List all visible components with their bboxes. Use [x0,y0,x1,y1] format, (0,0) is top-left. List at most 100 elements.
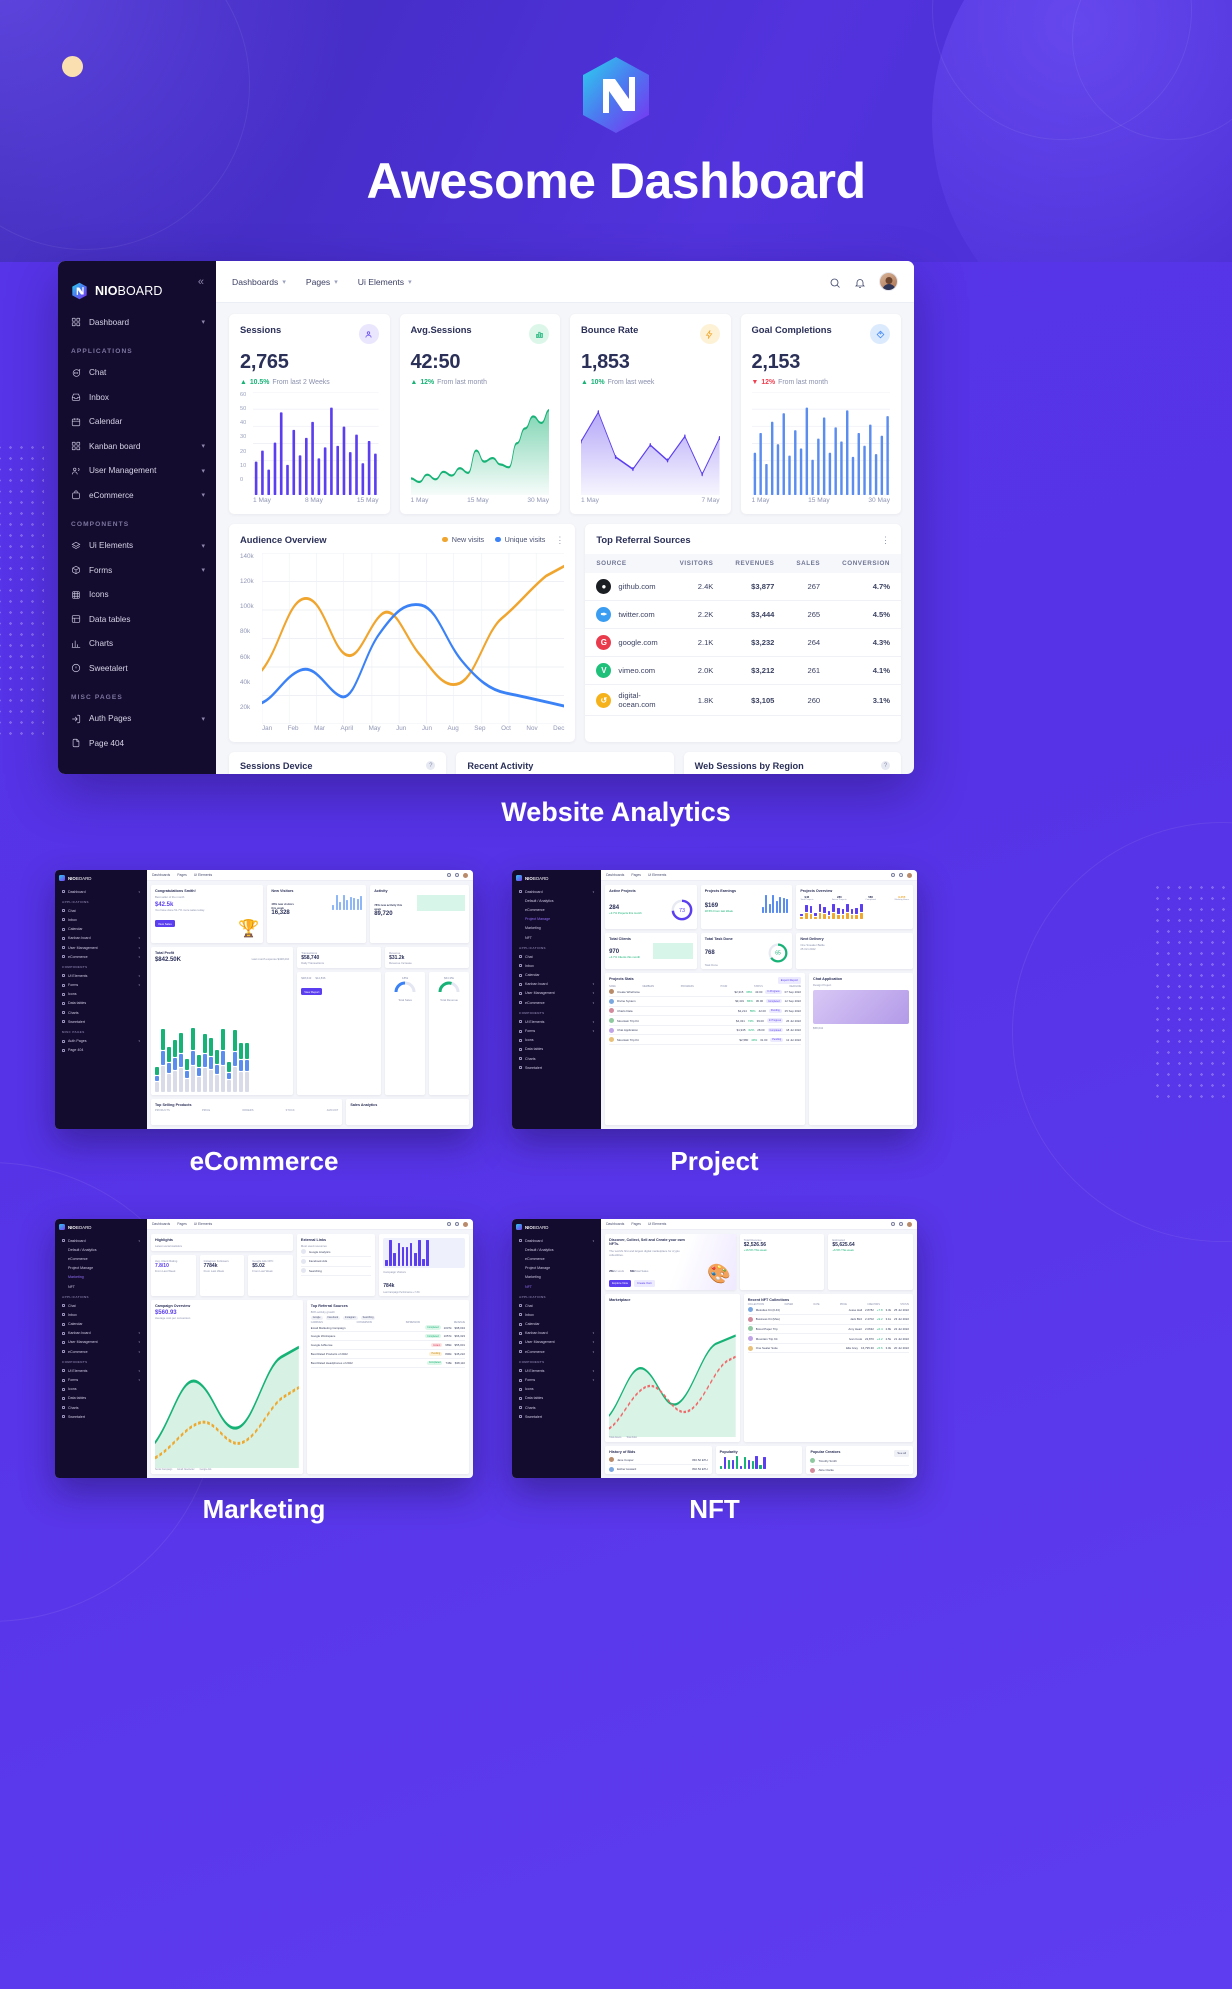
table-row[interactable]: Google AdSense Instant 989k $55,001 [310,1341,465,1351]
sidebar-item-icons[interactable]: Icons [58,583,216,608]
thumb-sidebar-item[interactable]: Ui Elements ▾ [59,971,143,980]
list-item[interactable]: Alice Clarke [810,1466,909,1474]
thumb-sidebar-item[interactable]: Kanban board ▾ [516,980,597,989]
search-icon[interactable] [447,1222,451,1226]
thumb-sidebar-item[interactable]: Dashboard ▾ [516,887,597,896]
nav-ui-elements[interactable]: Ui Elements ▾ [358,277,412,287]
chevron-down-icon[interactable]: ▾ [201,491,205,499]
list-item[interactable]: Facebook Ads [300,1257,372,1267]
search-icon[interactable] [891,873,895,877]
table-row[interactable]: Google Workspace Completed 1057k $66,323 [310,1332,465,1342]
export-report-button[interactable]: Export Report [777,976,802,984]
chevron-down-icon[interactable]: ▾ [201,715,205,723]
thumb-sidebar-item[interactable]: Icons [59,990,143,999]
chevron-down-icon[interactable]: ▾ [201,318,205,326]
thumb-nav-link[interactable]: Pages [631,1222,641,1226]
thumb-sidebar-item[interactable]: eCommerce ▾ [59,952,143,961]
view-report-button[interactable]: View Report [301,988,323,995]
avatar[interactable] [463,872,468,878]
legend-item-unique-visits[interactable]: Unique visits [495,535,545,544]
thumb-brand[interactable]: NIOBOARD [516,1224,597,1230]
avatar[interactable] [879,272,898,291]
thumb-nav-link[interactable]: Dashboards [152,873,170,877]
thumb-sidebar-item[interactable]: Sweetalert [516,1412,597,1421]
table-row[interactable]: Charts Data $2,214 55% 42.00 Pending 25 Sep 2… [609,1007,802,1017]
sidebar-item-forms[interactable]: Forms ▾ [58,558,216,583]
sidebar-item-chat[interactable]: Chat [58,361,216,386]
thumb-sidebar-subitem[interactable]: Marketing [516,924,597,933]
thumb-nav-link[interactable]: Pages [177,1222,187,1226]
bell-icon[interactable] [899,873,903,877]
thumb-sidebar-item[interactable]: Chat [516,1301,597,1310]
thumb-sidebar-item[interactable]: eCommerce ▾ [516,1347,597,1356]
chevron-down-icon[interactable]: ▾ [201,442,205,450]
tab-instagram[interactable]: Instagram [343,1315,358,1320]
thumb-sidebar-item[interactable]: Kanban board ▾ [516,1329,597,1338]
table-row[interactable]: Create Wireframe $2,315 68% 43.00 In Progres… [609,988,802,998]
thumb-sidebar-item[interactable]: Data tables [59,999,143,1008]
table-row[interactable]: Mountain Trip Kit Ivan Cook 22,870 +4.2 2.5k… [747,1334,909,1344]
list-item[interactable]: Jane Cooper 846.52 ETH [609,1456,708,1466]
thumb-sidebar-item[interactable]: Charts [59,1403,143,1412]
bell-icon[interactable] [455,1222,459,1226]
thumb-sidebar-item[interactable]: Chat [516,952,597,961]
thumbnail-marketing[interactable]: NIOBOARD Dashboard ▾ Default / Analytics eCo… [55,1219,473,1478]
thumb-nav-link[interactable]: Pages [631,873,641,877]
search-icon[interactable] [447,873,451,877]
thumb-sidebar-item[interactable]: User Management ▾ [516,1338,597,1347]
thumbnail-ecommerce[interactable]: NIOBOARD Dashboard ▾ APPLICATIONS Chat Inbox C… [55,870,473,1129]
thumb-sidebar-item[interactable]: Sweetalert [516,1063,597,1072]
table-row[interactable]: ↺ digital-ocean.com 1.8K $3,105 260 3.1% [585,684,901,716]
nav-pages[interactable]: Pages ▾ [306,277,338,287]
thumb-nav-link[interactable]: Ui Elements [194,873,212,877]
thumb-sidebar-subitem[interactable]: Marketing [516,1273,597,1282]
avatar[interactable] [907,1221,912,1227]
legend-item-new-visits[interactable]: New visits [442,535,484,544]
thumb-nav-link[interactable]: Dashboards [606,873,624,877]
thumb-sidebar-item[interactable]: Forms ▾ [516,1375,597,1384]
thumb-sidebar-item[interactable]: Charts [516,1403,597,1412]
thumb-sidebar-subitem[interactable]: Default / Analytics [59,1245,143,1254]
table-row[interactable]: One Sealer Suite Ella Grey 16,795.30 +5.6 3.… [747,1344,909,1354]
thumb-sidebar-item[interactable]: Forms ▾ [516,1026,597,1035]
avatar[interactable] [907,872,912,878]
bell-icon[interactable] [899,1222,903,1226]
avatar[interactable] [463,1221,468,1227]
thumb-sidebar-item[interactable]: Sweetalert [59,1017,143,1026]
thumb-sidebar-item[interactable]: Inbox [59,915,143,924]
tab-searching[interactable]: Searching [360,1315,376,1320]
table-row[interactable]: Business Kit (Max) Jack Bird 2.4702 +9.2 3.1… [747,1315,909,1325]
thumb-nav-link[interactable]: Ui Elements [648,873,666,877]
thumb-sidebar-item[interactable]: Forms ▾ [59,1375,143,1384]
thumb-sidebar-subitem[interactable]: Project Manage [59,1264,143,1273]
sidebar-item-ecommerce[interactable]: eCommerce ▾ [58,483,216,508]
thumb-sidebar-item[interactable]: Ui Elements ▾ [59,1366,143,1375]
bell-icon[interactable] [854,276,866,288]
thumb-sidebar-subitem[interactable]: NFT [516,1282,597,1291]
kebab-menu-icon[interactable]: ⋮ [555,535,564,544]
create-own-button[interactable]: Create Own [633,1279,655,1287]
sidebar-brand[interactable]: NIOBOARD [58,272,216,310]
view-sales-button[interactable]: View Sales [154,920,175,927]
thumb-sidebar-item[interactable]: Icons [516,1385,597,1394]
thumbnail-nft[interactable]: NIOBOARD Dashboard ▾ Default / Analytics eCo… [512,1219,917,1478]
thumb-sidebar-item[interactable]: Dashboard ▾ [516,1236,597,1245]
table-row[interactable]: Email Marketing Campaign Completed 1037k $9… [310,1324,465,1333]
table-row[interactable]: ✒ twitter.com 2.2K $3,444 265 4.5% [585,600,901,629]
search-icon[interactable] [829,276,841,288]
thumb-sidebar-item[interactable]: Ui Elements ▾ [516,1017,597,1026]
thumb-sidebar-item[interactable]: Data tables [59,1394,143,1403]
thumb-sidebar-item[interactable]: Data tables [516,1394,597,1403]
explore-now-button[interactable]: Explore Now [609,1279,631,1287]
list-item[interactable]: Timothy Smith [810,1457,909,1467]
thumb-sidebar-item[interactable]: Kanban board ▾ [59,934,143,943]
table-row[interactable]: Best Rated Headphones of 2022 Completed 74… [310,1359,465,1368]
list-item[interactable]: Google Analytics [300,1248,372,1258]
search-icon[interactable] [891,1222,895,1226]
thumb-sidebar-item[interactable]: Inbox [516,1310,597,1319]
thumb-brand[interactable]: NIOBOARD [59,1224,143,1230]
table-row[interactable]: Ggoogle.com 2.1K $3,232 264 4.3% [585,628,901,657]
sidebar-item-page-404[interactable]: Page 404 [58,731,216,756]
table-row[interactable]: Chat Application $1,945 62% 28.00 Completed 1… [609,1026,802,1036]
thumb-sidebar-item[interactable]: Icons [59,1385,143,1394]
